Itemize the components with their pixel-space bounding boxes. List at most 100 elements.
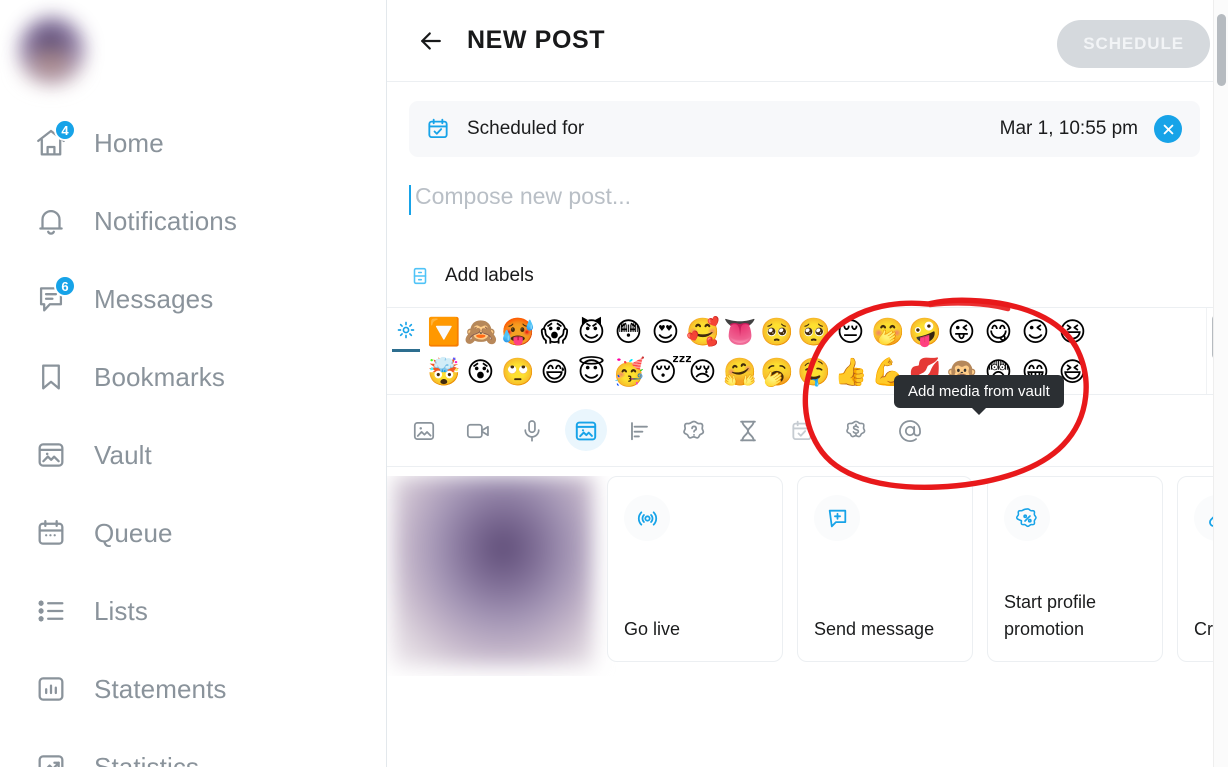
sidebar-item-label: Bookmarks <box>94 361 225 392</box>
emoji-button[interactable]: 😍 <box>649 316 682 349</box>
emoji-button[interactable]: 😋 <box>982 316 1015 349</box>
mention-button[interactable] <box>883 407 937 455</box>
sidebar-item-statistics[interactable]: Statistics <box>0 728 386 767</box>
calendar-icon <box>30 512 72 554</box>
quick-action-go-live[interactable]: Go live <box>607 476 783 662</box>
sidebar: 4 Home Notifications 6 Messages Bookmark… <box>0 0 387 767</box>
emoji-button[interactable]: 🤪 <box>908 316 942 349</box>
emoji-button[interactable]: 🔽 <box>427 316 461 349</box>
add-labels-button[interactable]: Add labels <box>409 259 534 293</box>
emoji-button[interactable]: 😢 <box>686 356 719 389</box>
emoji-button[interactable]: 👍 <box>834 356 868 389</box>
emoji-button[interactable]: 😉 <box>1019 316 1052 349</box>
tooltip: Add media from vault <box>894 375 1064 408</box>
broadcast-icon <box>624 495 670 541</box>
sidebar-item-label: Home <box>94 127 164 158</box>
add-labels-label: Add labels <box>445 265 534 286</box>
page-scrollbar-thumb[interactable] <box>1217 14 1226 86</box>
scheduled-for-row[interactable]: Scheduled for Mar 1, 10:55 pm <box>409 101 1200 157</box>
emoji-button[interactable]: 😱 <box>538 316 571 349</box>
emoji-button[interactable]: 🙄 <box>501 356 535 389</box>
schedule-post-button[interactable] <box>775 407 829 455</box>
emoji-button[interactable]: 😅 <box>538 356 571 389</box>
quick-action-label: Go live <box>624 619 681 639</box>
quick-action-send-message[interactable]: Send message <box>797 476 973 662</box>
emoji-button[interactable]: 🥺 <box>797 316 831 349</box>
discount-badge-icon <box>1004 495 1050 541</box>
calendar-check-icon <box>425 116 451 142</box>
emoji-button[interactable]: 🤯 <box>427 356 461 389</box>
price-button[interactable] <box>829 407 883 455</box>
gear-icon[interactable] <box>396 317 416 343</box>
sidebar-item-queue[interactable]: Queue <box>0 494 386 572</box>
expiration-period-button[interactable] <box>721 407 775 455</box>
add-video-button[interactable] <box>451 407 505 455</box>
messages-badge: 6 <box>54 275 76 297</box>
arrow-left-icon[interactable] <box>411 21 451 61</box>
emoji-button[interactable]: 😳 <box>612 316 645 349</box>
vault-icon <box>30 434 72 476</box>
sidebar-item-notifications[interactable]: Notifications <box>0 182 386 260</box>
emoji-button[interactable]: 👅 <box>723 316 757 349</box>
emoji-button[interactable]: 😔 <box>834 316 867 349</box>
message-icon: 6 <box>30 275 76 320</box>
main-panel: NEW POST SCHEDULE Scheduled for Mar 1, 1… <box>387 0 1228 767</box>
sidebar-item-lists[interactable]: Lists <box>0 572 386 650</box>
create-poll-button[interactable] <box>613 407 667 455</box>
sidebar-item-label: Vault <box>94 439 152 470</box>
add-media-from-vault-button[interactable] <box>559 407 613 455</box>
emoji-row: 🔽 🙈 🥵 😱 😈 😳 😍 🥰 👅 🥺 🥺 😔 🤭 🤪 😜 😋 😉 😆 <box>425 312 1206 352</box>
trend-up-icon <box>30 746 72 767</box>
emoji-button[interactable]: 🤤 <box>797 356 831 389</box>
emoji-button[interactable]: 🥰 <box>686 316 720 349</box>
emoji-button[interactable]: 🙈 <box>464 316 498 349</box>
sidebar-item-vault[interactable]: Vault <box>0 416 386 494</box>
emoji-button[interactable]: 😰 <box>464 356 497 389</box>
emoji-button[interactable]: 😈 <box>575 316 608 349</box>
quick-action-start-profile-promotion[interactable]: Start profile promotion <box>987 476 1163 662</box>
close-circle-icon[interactable] <box>1154 115 1182 143</box>
emoji-picker-panel: 🔽 🙈 🥵 😱 😈 😳 😍 🥰 👅 🥺 🥺 😔 🤭 🤪 😜 😋 😉 😆 🤯 😰 🙄 😅 😇 🥳 😴 😢 🤗 🥱 🤤 👍 💪 💋 🙊 😨 😁 😆 <box>387 307 1228 395</box>
emoji-button[interactable]: 😇 <box>575 356 608 389</box>
emoji-grid[interactable]: 🔽 🙈 🥵 😱 😈 😳 😍 🥰 👅 🥺 🥺 😔 🤭 🤪 😜 😋 😉 😆 🤯 😰 🙄 😅 😇 🥳 😴 😢 🤗 🥱 🤤 👍 💪 💋 🙊 😨 😁 😆 <box>425 308 1206 394</box>
emoji-button[interactable]: 🥱 <box>760 356 794 389</box>
emoji-button[interactable]: 🤗 <box>723 356 757 389</box>
record-voice-button[interactable] <box>505 407 559 455</box>
emoji-button[interactable]: 😴 <box>649 356 692 389</box>
sidebar-item-home[interactable]: 4 Home <box>0 104 386 182</box>
quick-action-label: Start profile promotion <box>1004 592 1097 639</box>
home-badge: 4 <box>54 119 76 141</box>
sidebar-item-statements[interactable]: Statements <box>0 650 386 728</box>
post-composer[interactable]: Compose new post... <box>409 183 1200 245</box>
add-image-button[interactable] <box>397 407 451 455</box>
emoji-button[interactable]: 🤭 <box>871 316 905 349</box>
active-tab-underline <box>392 349 420 352</box>
sidebar-item-bookmarks[interactable]: Bookmarks <box>0 338 386 416</box>
avatar-blur-overlay <box>20 48 82 86</box>
list-icon <box>30 590 72 632</box>
media-thumbnail[interactable] <box>393 476 593 666</box>
composer-toolbar <box>387 395 1228 467</box>
sidebar-nav: 4 Home Notifications 6 Messages Bookmark… <box>0 104 386 767</box>
quick-actions-strip: Go live Send message Start profile promo… <box>387 476 1228 676</box>
scheduled-label: Scheduled for <box>467 118 585 139</box>
sidebar-item-label: Notifications <box>94 205 237 236</box>
page-title: NEW POST <box>467 26 606 54</box>
composer-placeholder: Compose new post... <box>415 183 632 209</box>
emoji-button[interactable]: 😆 <box>1056 316 1089 349</box>
schedule-button[interactable]: SCHEDULE <box>1057 20 1210 68</box>
emoji-button[interactable]: 🥳 <box>612 356 646 389</box>
sidebar-item-messages[interactable]: 6 Messages <box>0 260 386 338</box>
label-icon <box>409 265 431 287</box>
sidebar-item-label: Messages <box>94 283 214 314</box>
emoji-button[interactable]: 😜 <box>945 316 978 349</box>
emoji-button[interactable]: 🥵 <box>501 316 535 349</box>
page-scrollbar[interactable] <box>1213 0 1228 767</box>
message-plus-icon <box>814 495 860 541</box>
sidebar-item-label: Statistics <box>94 751 200 767</box>
emoji-button[interactable]: 🥺 <box>760 316 794 349</box>
emoji-category-tabs <box>387 308 425 394</box>
bookmark-icon <box>30 356 72 398</box>
text-caret <box>409 185 411 215</box>
create-quiz-button[interactable] <box>667 407 721 455</box>
